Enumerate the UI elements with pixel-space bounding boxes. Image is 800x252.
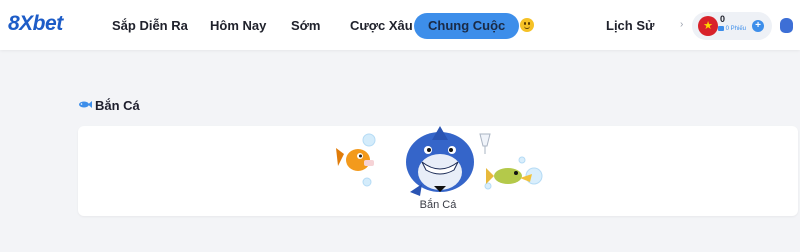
- game-label[interactable]: Bắn Cá: [78, 199, 798, 211]
- ticket-count: 0 Phiếu: [718, 26, 746, 32]
- ticket-count-label: 0 Phiếu: [725, 26, 747, 33]
- nav-item-today[interactable]: Hôm Nay: [210, 14, 266, 38]
- vietnam-flag-icon: ★: [698, 16, 718, 36]
- nav-item-outright[interactable]: Chung Cuộc: [414, 13, 520, 39]
- game-card[interactable]: Bắn Cá: [78, 126, 798, 216]
- plus-icon[interactable]: +: [752, 20, 764, 32]
- section-title: Bắn Cá: [95, 98, 140, 113]
- ticket-icon: [718, 26, 724, 31]
- fish-icon: [79, 101, 92, 108]
- chevron-right-icon[interactable]: ›: [680, 20, 688, 30]
- brand-logo[interactable]: 8Xbet: [8, 10, 82, 38]
- top-navigation-bar: 8Xbet Sắp Diễn Ra Hôm Nay Sớm Cược Xâu C…: [0, 0, 800, 50]
- shark-fish-game-art[interactable]: [336, 126, 546, 198]
- nav-item-parlay[interactable]: Cược Xâu: [350, 14, 413, 38]
- nav-item-history[interactable]: Lịch Sử: [606, 14, 654, 38]
- smiley-emoji-icon[interactable]: [520, 18, 534, 32]
- balance-amount: 0: [720, 14, 726, 24]
- nav-item-upcoming[interactable]: Sắp Diễn Ra: [112, 14, 188, 38]
- nav-item-early[interactable]: Sớm: [291, 14, 320, 38]
- money-bag-icon[interactable]: [780, 18, 793, 33]
- account-balance-widget[interactable]: ★ 0 0 Phiếu +: [692, 12, 772, 40]
